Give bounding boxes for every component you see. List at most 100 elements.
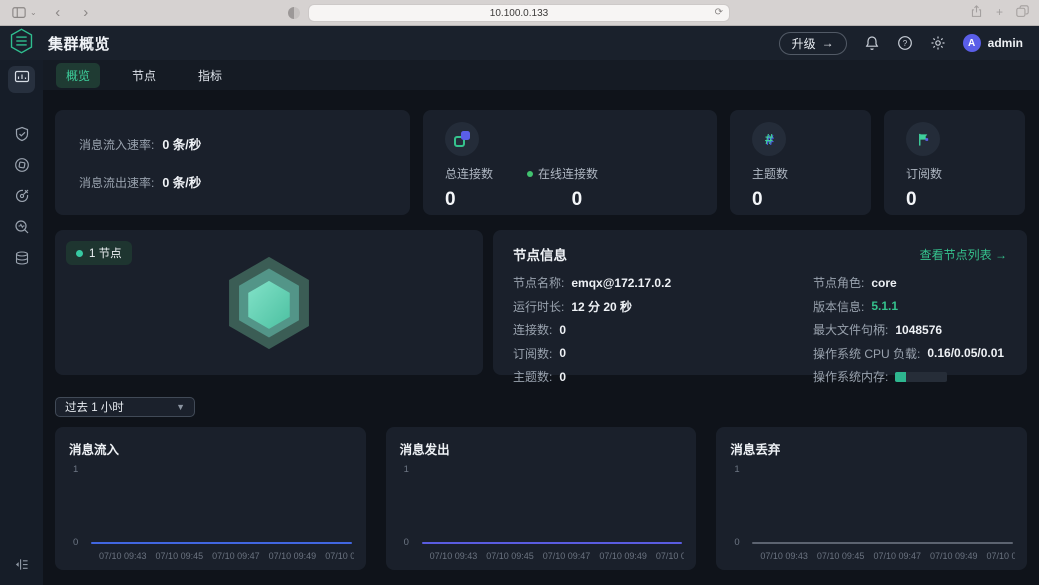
user-menu[interactable]: A admin bbox=[963, 34, 1023, 52]
topics-card: # 主题数 0 bbox=[730, 110, 871, 215]
node-info-title: 节点信息 bbox=[513, 244, 567, 264]
sidebar bbox=[0, 60, 43, 585]
tab-metrics[interactable]: 指标 bbox=[188, 63, 232, 88]
online-connections-value: 0 bbox=[572, 189, 583, 211]
node-visual-card: 1 节点 bbox=[55, 230, 483, 375]
sidebar-item-access-control[interactable] bbox=[8, 123, 35, 150]
subscriptions-value: 0 bbox=[906, 189, 917, 211]
sidebar-item-monitoring[interactable] bbox=[8, 66, 35, 93]
share-icon[interactable] bbox=[970, 5, 983, 21]
sidebar-item-management[interactable] bbox=[8, 185, 35, 212]
view-node-list-link[interactable]: 查看节点列表 → bbox=[920, 246, 1007, 263]
svg-text:?: ? bbox=[902, 39, 907, 48]
upgrade-button[interactable]: 升级 → bbox=[779, 32, 847, 55]
help-icon[interactable]: ? bbox=[897, 35, 913, 51]
series-line bbox=[91, 542, 352, 544]
chart-messages-out: 消息发出 1 0 07/10 09:4307/10 09:4507/10 09:… bbox=[386, 427, 697, 570]
messages-in-rate: 消息流入速率: 0 条/秒 bbox=[79, 128, 386, 159]
node-hexagon-icon[interactable] bbox=[221, 253, 317, 353]
messages-out-rate-label: 消息流出速率: bbox=[79, 176, 154, 190]
chart-messages-dropped: 消息丢弃 1 0 07/10 09:4307/10 09:4507/10 09:… bbox=[716, 427, 1027, 570]
total-connections-value: 0 bbox=[445, 189, 456, 211]
y-axis-max: 1 bbox=[734, 464, 739, 475]
url-text: 10.100.0.133 bbox=[490, 8, 548, 19]
topics-icon: # bbox=[752, 122, 786, 156]
memory-bar bbox=[895, 372, 947, 382]
total-connections-label: 总连接数 bbox=[445, 165, 493, 182]
uptime-row: 运行时长:12 分 20 秒 bbox=[513, 298, 813, 315]
chart-title: 消息丢弃 bbox=[730, 439, 1015, 458]
app-header: 集群概览 升级 → ? A admin bbox=[0, 26, 1039, 60]
emqx-logo[interactable] bbox=[9, 28, 34, 59]
shield-check-icon bbox=[14, 126, 30, 147]
bell-icon[interactable] bbox=[864, 35, 880, 51]
subscriptions-flag-icon bbox=[906, 122, 940, 156]
node-info-card: 节点信息 查看节点列表 → 节点名称:emqx@172.17.0.2 运行时长:… bbox=[493, 230, 1027, 375]
y-axis-max: 1 bbox=[404, 464, 409, 475]
new-tab-icon[interactable]: + bbox=[996, 5, 1003, 21]
chart-title: 消息流入 bbox=[69, 439, 354, 458]
messages-out-rate: 消息流出速率:0 条/秒 bbox=[79, 166, 386, 197]
time-range-select[interactable]: 过去 1 小时 ▼ bbox=[55, 397, 195, 417]
chevron-down-icon: ▼ bbox=[176, 402, 185, 412]
back-icon[interactable]: ‹ bbox=[51, 6, 65, 20]
tab-bar: 概览 节点 指标 bbox=[43, 60, 1039, 90]
x-axis-labels: 07/10 09:4307/10 09:4507/10 09:4707/10 0… bbox=[99, 551, 354, 561]
node-count-badge: 1 节点 bbox=[66, 241, 132, 265]
max-fds-row: 最大文件句柄:1048576 bbox=[813, 321, 1004, 338]
connections-card: 总连接数 在线连接数 0 0 bbox=[423, 110, 717, 215]
sidebar-item-integration[interactable] bbox=[8, 154, 35, 181]
subscriptions-row: 订阅数:0 bbox=[513, 345, 813, 362]
gear-icon[interactable] bbox=[930, 35, 946, 51]
integration-icon bbox=[14, 157, 30, 178]
reload-icon[interactable]: ⟳ bbox=[715, 7, 723, 18]
avatar: A bbox=[963, 34, 981, 52]
cpu-load-row: 操作系统 CPU 负载:0.16/0.05/0.01 bbox=[813, 345, 1004, 362]
series-line bbox=[422, 542, 683, 544]
forward-icon[interactable]: › bbox=[79, 6, 93, 20]
sidebar-toggle-icon[interactable] bbox=[12, 6, 26, 20]
node-name-row: 节点名称:emqx@172.17.0.2 bbox=[513, 274, 813, 291]
topics-label: 主题数 bbox=[752, 165, 788, 182]
page-title: 集群概览 bbox=[48, 33, 110, 54]
url-field[interactable]: 10.100.0.133 ⟳ bbox=[308, 4, 730, 22]
online-connections-label: 在线连接数 bbox=[527, 165, 598, 182]
emqx-dashboard: 集群概览 升级 → ? A admin bbox=[0, 26, 1039, 585]
chart-messages-in: 消息流入 1 0 07/10 09:4307/10 09:4507/10 09:… bbox=[55, 427, 366, 570]
subscriptions-card: 订阅数 0 bbox=[884, 110, 1025, 215]
memory-row: 操作系统内存: bbox=[813, 368, 1004, 385]
tab-overview-icon[interactable] bbox=[1016, 5, 1029, 21]
chevron-down-icon[interactable]: ⌄ bbox=[30, 8, 37, 17]
management-icon bbox=[14, 188, 30, 209]
topics-value: 0 bbox=[752, 189, 763, 211]
privacy-shield-icon[interactable] bbox=[288, 7, 300, 19]
browser-chrome: ⌄ ‹ › 10.100.0.133 ⟳ + bbox=[0, 0, 1039, 26]
upgrade-label: 升级 bbox=[792, 35, 816, 52]
y-axis-max: 1 bbox=[73, 464, 78, 475]
arrow-right-icon: → bbox=[822, 36, 834, 50]
topics-row: 主题数:0 bbox=[513, 368, 813, 385]
subscriptions-label: 订阅数 bbox=[906, 165, 942, 182]
main-area: 概览 节点 指标 消息流入速率: 0 条/秒 消息流出速率:0 条/秒 bbox=[43, 60, 1039, 585]
time-range-value: 过去 1 小时 bbox=[65, 399, 124, 415]
diagnose-icon bbox=[14, 219, 30, 240]
content: 消息流入速率: 0 条/秒 消息流出速率:0 条/秒 总连接数 bbox=[43, 90, 1039, 585]
messages-in-rate-value: 0 条/秒 bbox=[162, 138, 201, 152]
y-axis-min: 0 bbox=[734, 537, 739, 548]
y-axis-min: 0 bbox=[404, 537, 409, 548]
connections-icon bbox=[445, 122, 479, 156]
messages-in-rate-label: 消息流入速率: bbox=[79, 138, 154, 152]
online-dot-icon bbox=[527, 171, 533, 177]
dashboard-icon bbox=[14, 69, 30, 90]
layers-icon bbox=[14, 250, 30, 271]
series-line bbox=[752, 542, 1013, 544]
tab-nodes[interactable]: 节点 bbox=[122, 63, 166, 88]
sidebar-collapse-button[interactable] bbox=[0, 557, 43, 577]
version-row: 版本信息:5.1.1 bbox=[813, 298, 1004, 315]
sidebar-item-diagnose[interactable] bbox=[8, 216, 35, 243]
node-role-row: 节点角色:core bbox=[813, 274, 1004, 291]
chart-title: 消息发出 bbox=[400, 439, 685, 458]
tab-overview[interactable]: 概览 bbox=[56, 63, 100, 88]
screen: ⌄ ‹ › 10.100.0.133 ⟳ + bbox=[0, 0, 1039, 585]
sidebar-item-system[interactable] bbox=[8, 247, 35, 274]
